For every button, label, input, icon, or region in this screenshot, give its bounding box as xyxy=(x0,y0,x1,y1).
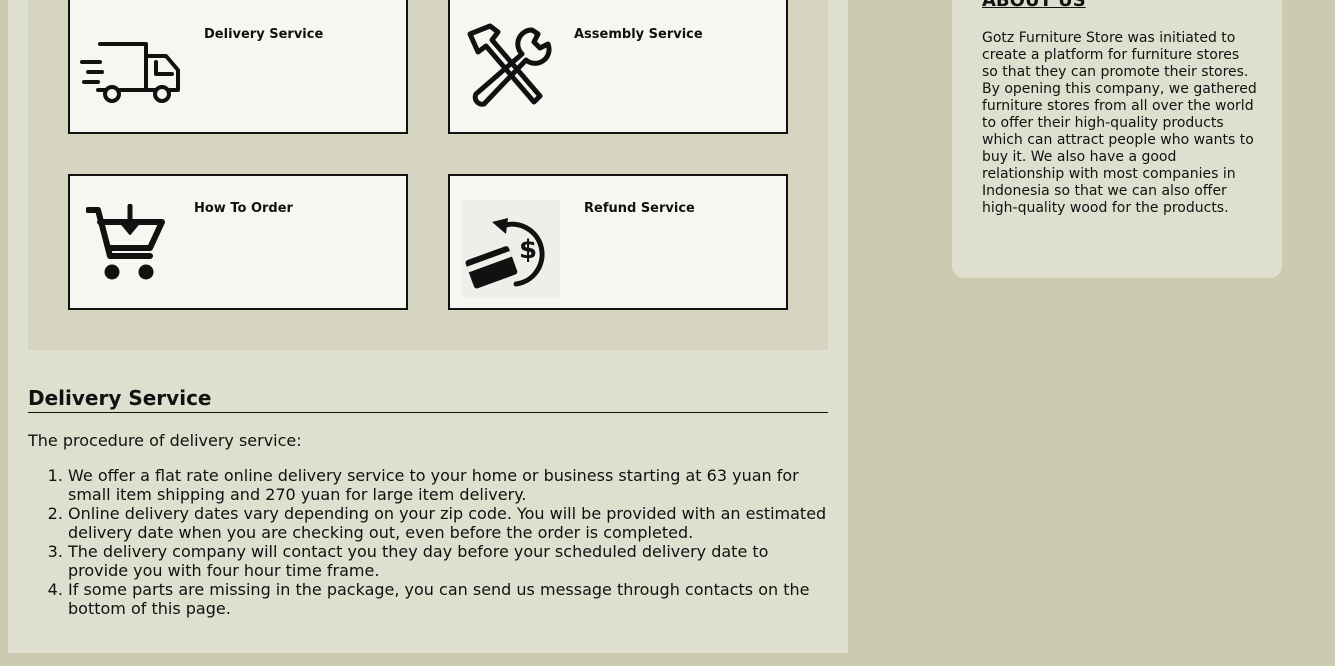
delivery-steps-list: We offer a flat rate online delivery ser… xyxy=(28,466,828,618)
how-to-order-title: How To Order xyxy=(194,201,293,216)
delivery-section-heading: Delivery Service xyxy=(28,385,828,413)
list-item: We offer a flat rate online delivery ser… xyxy=(68,466,828,504)
refund-card-icon: $ xyxy=(462,200,560,298)
list-item: Online delivery dates vary depending on … xyxy=(68,504,828,542)
about-us-heading: ABOUT US xyxy=(982,0,1086,11)
refund-service-title: Refund Service xyxy=(584,201,695,216)
about-us-text: Gotz Furniture Store was initiated to cr… xyxy=(982,30,1257,216)
assembly-service-title: Assembly Service xyxy=(574,27,703,42)
delivery-section-intro: The procedure of delivery service: xyxy=(28,431,302,450)
list-item: If some parts are missing in the package… xyxy=(68,580,828,618)
delivery-truck-icon xyxy=(80,42,180,103)
shopping-cart-icon xyxy=(86,204,165,280)
assembly-service-card[interactable]: Assembly Service xyxy=(448,0,788,134)
delivery-service-section: Delivery Service The procedure of delive… xyxy=(28,385,828,618)
about-us-panel: ABOUT US Gotz Furniture Store was initia… xyxy=(952,0,1282,278)
hammer-wrench-icon xyxy=(467,23,552,107)
list-item: The delivery company will contact you th… xyxy=(68,542,828,580)
how-to-order-card[interactable]: How To Order xyxy=(68,174,408,310)
svg-text:$: $ xyxy=(519,235,537,265)
delivery-service-card[interactable]: Delivery Service xyxy=(68,0,408,134)
delivery-service-title: Delivery Service xyxy=(204,27,324,42)
refund-service-card[interactable]: $ Refund Service xyxy=(448,174,788,310)
